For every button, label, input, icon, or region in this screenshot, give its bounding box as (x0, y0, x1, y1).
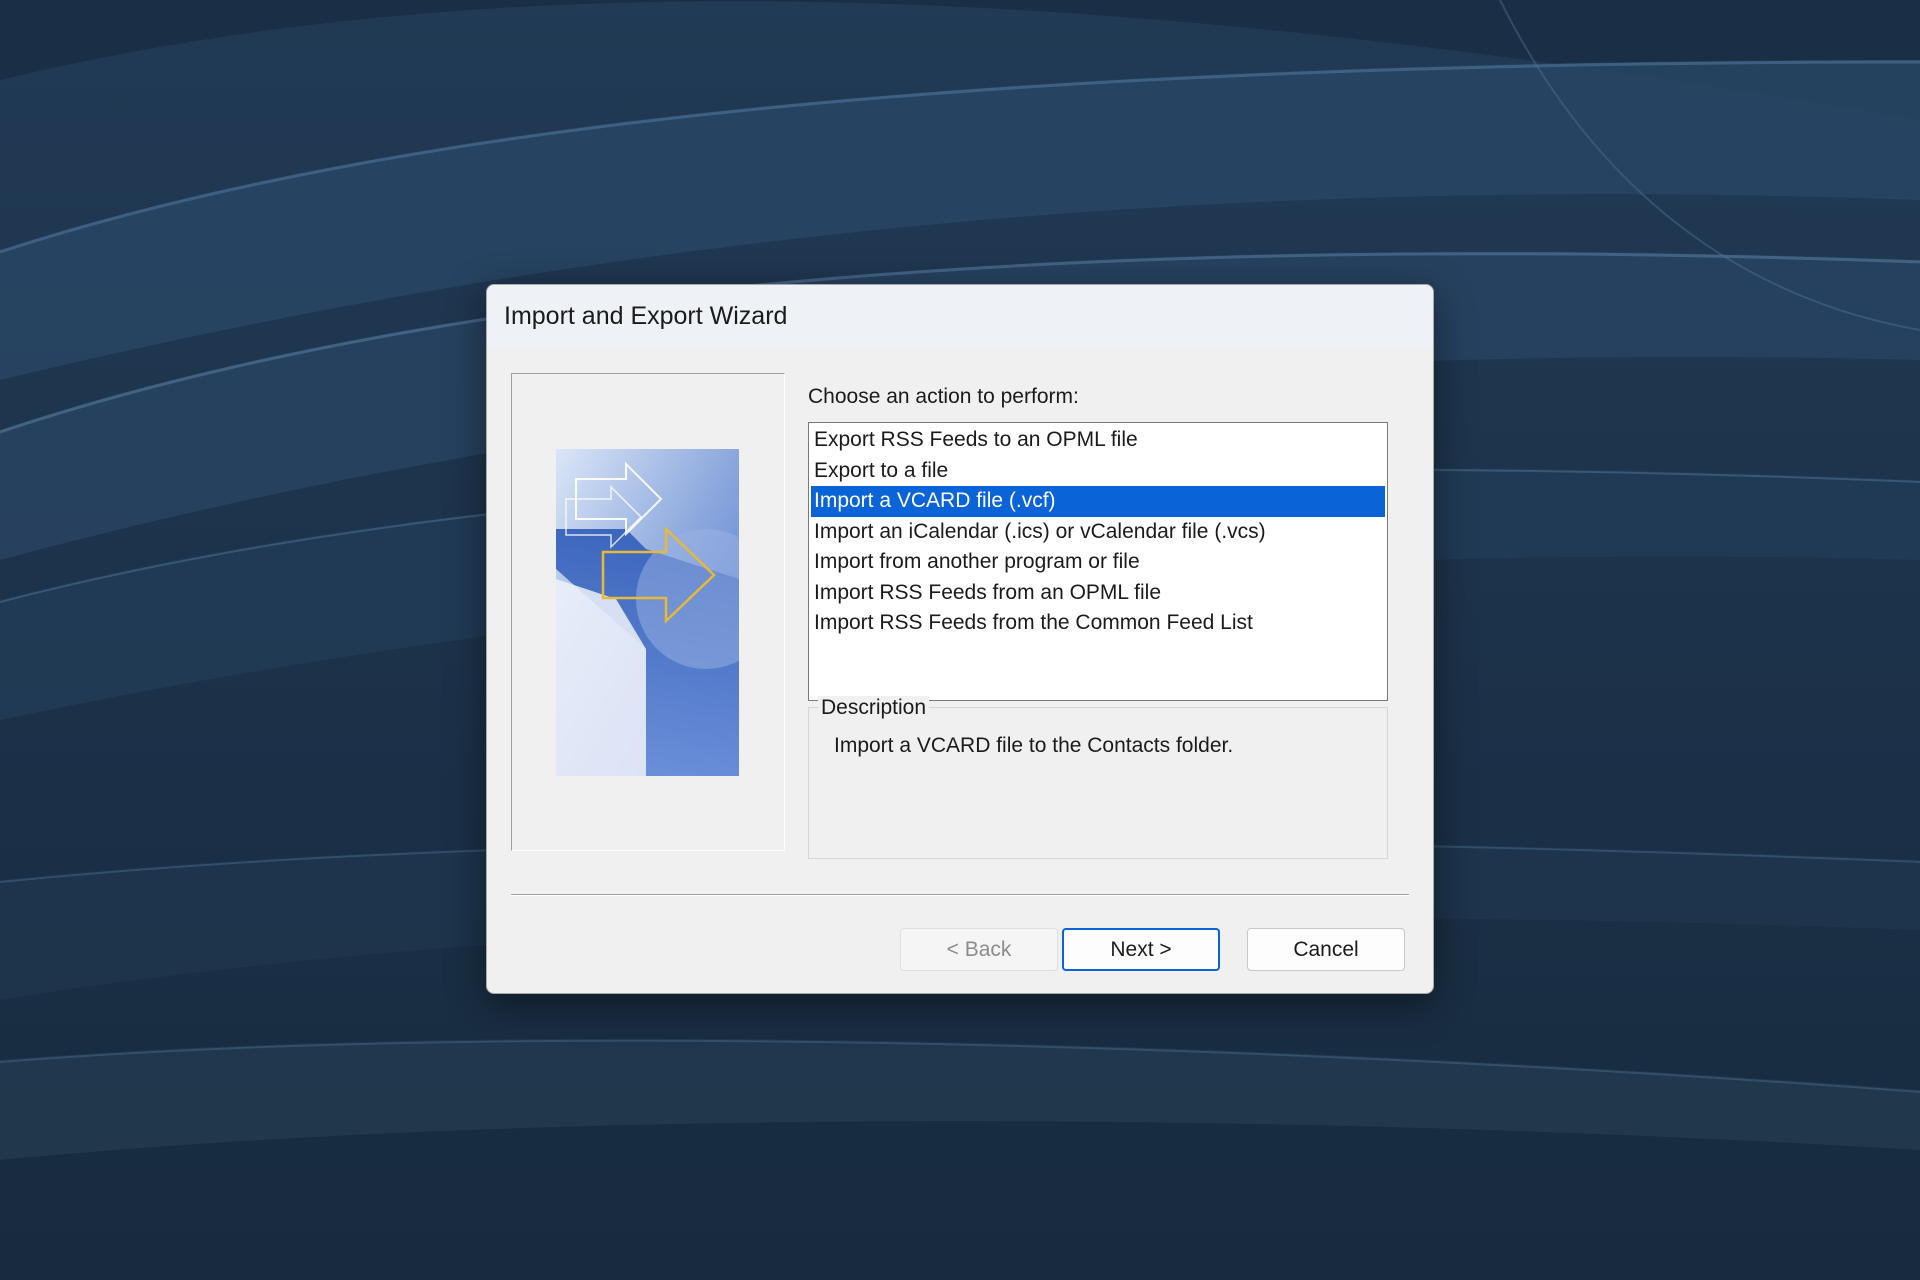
list-item-import-from-program[interactable]: Import from another program or file (811, 547, 1385, 578)
description-label: Description (818, 696, 930, 720)
description-groupbox: Description Import a VCARD file to the C… (808, 696, 1388, 859)
wizard-arrow-illustration (556, 449, 739, 776)
list-item-import-vcard[interactable]: Import a VCARD file (.vcf) (811, 486, 1385, 517)
wizard-image-panel (511, 373, 785, 851)
list-item-import-icalendar[interactable]: Import an iCalendar (.ics) or vCalendar … (811, 517, 1385, 548)
choose-action-label: Choose an action to perform: (808, 385, 1079, 408)
cancel-button[interactable]: Cancel (1247, 928, 1405, 971)
window-title: Import and Export Wizard (504, 302, 788, 330)
title-bar[interactable]: Import and Export Wizard (487, 285, 1433, 347)
next-button[interactable]: Next > (1062, 928, 1220, 971)
description-text: Import a VCARD file to the Contacts fold… (834, 734, 1234, 757)
separator-line (511, 894, 1409, 896)
list-item-export-rss-opml[interactable]: Export RSS Feeds to an OPML file (811, 425, 1385, 456)
action-listbox[interactable]: Export RSS Feeds to an OPML file Export … (808, 422, 1388, 701)
list-item-export-to-file[interactable]: Export to a file (811, 456, 1385, 487)
import-export-wizard-dialog: Import and Export Wizard Choose an actio… (486, 284, 1434, 994)
back-button[interactable]: < Back (900, 928, 1058, 971)
list-item-import-rss-common-feed[interactable]: Import RSS Feeds from the Common Feed Li… (811, 608, 1385, 639)
list-item-import-rss-opml[interactable]: Import RSS Feeds from an OPML file (811, 578, 1385, 609)
